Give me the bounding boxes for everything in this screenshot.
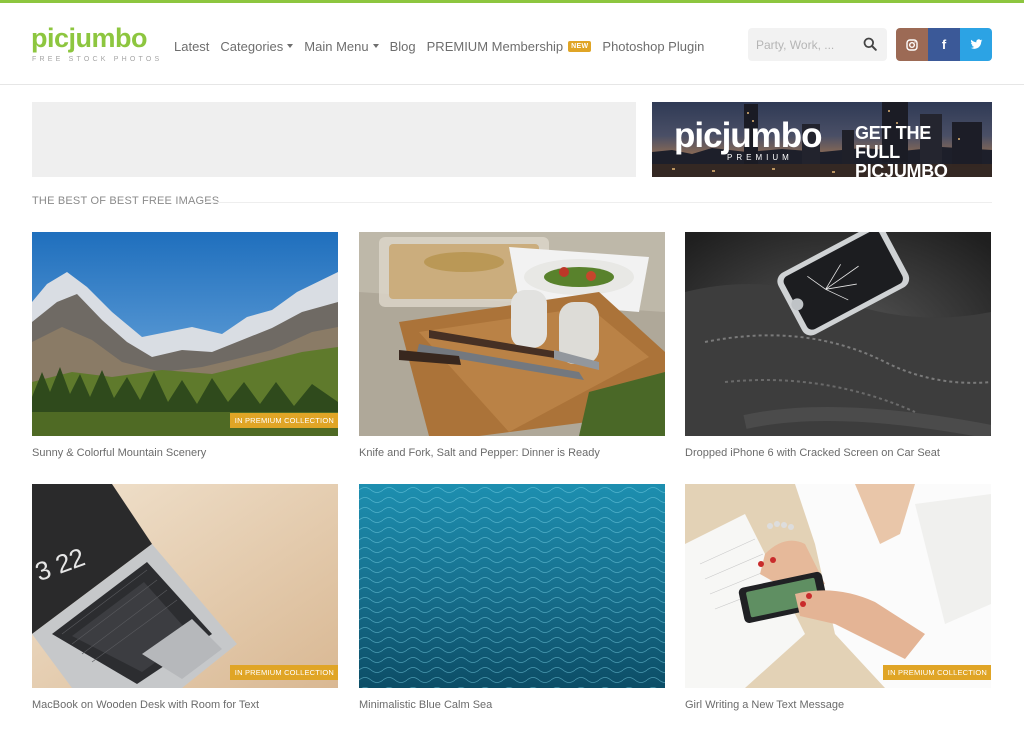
blue-sea-image — [359, 484, 665, 688]
nav-blog[interactable]: Blog — [390, 39, 416, 54]
facebook-icon: f — [941, 37, 947, 52]
photo-thumbnail[interactable] — [359, 232, 665, 436]
social-links: f — [896, 28, 992, 61]
photo-card[interactable]: IN PREMIUM COLLECTION Sunny & Colorful M… — [32, 232, 338, 459]
photo-card[interactable]: Dropped iPhone 6 with Cracked Screen on … — [685, 232, 991, 459]
nav-main-menu[interactable]: Main Menu — [304, 39, 379, 54]
search-icon[interactable] — [863, 37, 877, 51]
photo-thumbnail[interactable]: 3 22 IN PREMIUM COLLECTION — [32, 484, 338, 688]
photo-caption[interactable]: Minimalistic Blue Calm Sea — [359, 699, 665, 711]
dinner-table-image — [359, 232, 665, 436]
section-title: THE BEST OF BEST FREE IMAGES — [32, 195, 220, 207]
premium-banner[interactable]: picjumbo PREMIUM GET THE FULL PICJUMBO P… — [652, 102, 992, 177]
photo-caption[interactable]: Knife and Fork, Salt and Pepper: Dinner … — [359, 447, 665, 459]
banner-sub-label: PREMIUM — [727, 153, 793, 162]
photo-card[interactable]: Minimalistic Blue Calm Sea — [359, 484, 665, 711]
instagram-button[interactable] — [896, 28, 928, 61]
mountain-scenery-image — [32, 232, 338, 436]
twitter-button[interactable] — [960, 28, 992, 61]
search-box — [748, 28, 887, 61]
new-badge: NEW — [568, 40, 592, 52]
site-logo[interactable]: picjumbo FREE STOCK PHOTOS — [31, 23, 163, 64]
banner-logo: picjumbo — [674, 116, 823, 155]
facebook-button[interactable]: f — [928, 28, 960, 61]
nav-photoshop-plugin[interactable]: Photoshop Plugin — [602, 39, 704, 54]
premium-collection-badge: IN PREMIUM COLLECTION — [229, 665, 338, 680]
instagram-icon — [906, 38, 918, 51]
photo-thumbnail[interactable]: IN PREMIUM COLLECTION — [685, 484, 991, 688]
nav-categories[interactable]: Categories — [220, 39, 294, 54]
photo-thumbnail[interactable]: IN PREMIUM COLLECTION — [32, 232, 338, 436]
photo-caption[interactable]: Sunny & Colorful Mountain Scenery — [32, 447, 338, 459]
logo-tagline: FREE STOCK PHOTOS — [32, 56, 163, 63]
caret-down-icon — [287, 44, 294, 48]
nav-latest[interactable]: Latest — [174, 39, 209, 54]
girl-texting-image — [685, 484, 991, 688]
logo-wordmark: picjumbo — [31, 23, 148, 53]
photo-thumbnail[interactable] — [359, 484, 665, 688]
photo-caption[interactable]: Girl Writing a New Text Message — [685, 699, 991, 711]
photo-card[interactable]: Knife and Fork, Salt and Pepper: Dinner … — [359, 232, 665, 459]
photo-thumbnail[interactable] — [685, 232, 991, 436]
nav-premium-membership[interactable]: PREMIUM Membership NEW — [427, 39, 592, 54]
premium-collection-badge: IN PREMIUM COLLECTION — [229, 413, 338, 428]
photo-caption[interactable]: Dropped iPhone 6 with Cracked Screen on … — [685, 447, 991, 459]
cracked-iphone-image — [685, 232, 991, 436]
main-nav: Latest Categories Main Menu Blog PREMIUM… — [174, 36, 715, 56]
photo-caption[interactable]: MacBook on Wooden Desk with Room for Tex… — [32, 699, 338, 711]
section-divider — [205, 202, 992, 203]
banner-tagline: GET THE FULL PICJUMBO POWER — [855, 123, 948, 178]
site-header: picjumbo FREE STOCK PHOTOS Latest Catego… — [0, 3, 1024, 85]
macbook-desk-image: 3 22 — [32, 484, 338, 688]
ad-placeholder[interactable] — [32, 102, 636, 177]
photo-card[interactable]: 3 22 IN PREMIUM COLLECTION MacBook on Wo… — [32, 484, 338, 711]
photo-card[interactable]: IN PREMIUM COLLECTION Girl Writing a New… — [685, 484, 991, 711]
premium-collection-badge: IN PREMIUM COLLECTION — [882, 665, 991, 680]
twitter-icon — [970, 39, 982, 49]
caret-down-icon — [372, 44, 379, 48]
search-input[interactable] — [748, 28, 858, 61]
